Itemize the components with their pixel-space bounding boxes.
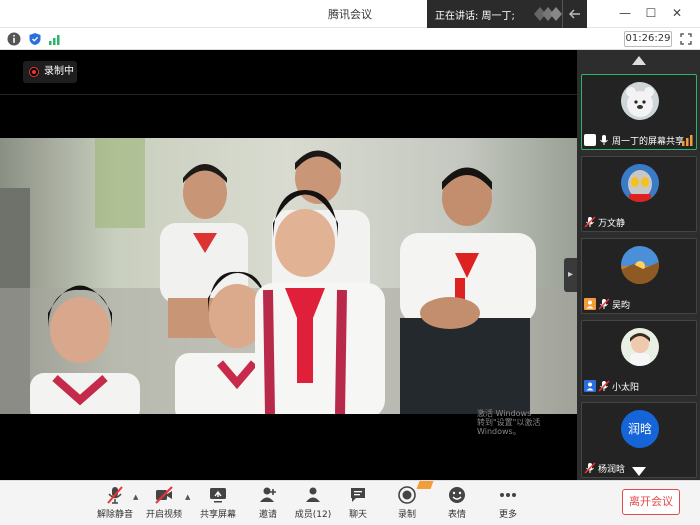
participant-name-row: 周一丁的屏幕共享: [584, 133, 684, 147]
emoji-label: 表情: [447, 510, 466, 520]
participant-name-row: 杨润晗: [584, 461, 625, 475]
cartoon-bear-avatar: [621, 82, 659, 120]
scroll-down-icon[interactable]: [632, 467, 646, 476]
members-icon: [306, 487, 320, 502]
chevron-right-icon: ▸: [567, 269, 574, 280]
landscape-avatar: [621, 246, 659, 284]
invite-button[interactable]: 邀请: [243, 485, 293, 523]
recording-badge: 录制中: [23, 61, 77, 83]
participant-name-row: 万文静: [584, 215, 625, 229]
participant-name: 万文静: [598, 218, 626, 229]
text-avatar: 润晗: [621, 410, 659, 448]
invite-label: 邀请: [258, 510, 277, 520]
shield-icon[interactable]: [28, 32, 42, 46]
participant-name: 吴昀: [612, 300, 631, 311]
record-button[interactable]: 录制: [382, 485, 432, 523]
add-user-icon: [260, 487, 276, 502]
unmute-button[interactable]: 解除静音: [90, 485, 140, 523]
user-icon: [584, 380, 596, 392]
activate-windows-watermark: 激活 Windows 转到"设置"以激活 Windows。: [477, 409, 577, 436]
meeting-toolbar: 解除静音 ▲ 开启视频 ▲ 共享屏幕 邀请 成员(12) 聊天 录制 表情 更多…: [0, 480, 700, 525]
meeting-timer: 01:26:29: [624, 31, 672, 47]
smiley-icon: [449, 487, 465, 503]
shared-video: [0, 138, 577, 414]
participant-tile[interactable]: 吴昀: [581, 238, 697, 314]
participant-name: 杨润晗: [598, 464, 626, 475]
child-photo-avatar: [621, 328, 659, 366]
emoji-button[interactable]: 表情: [432, 485, 482, 523]
record-icon: [398, 486, 416, 504]
video-options-chevron-icon[interactable]: ▲: [185, 493, 190, 501]
microphone-muted-icon: [584, 216, 596, 228]
camera-off-icon: [155, 486, 173, 504]
divider: [0, 94, 577, 95]
shared-screen-stage: 录制中 激活 Windows 转到"设置"以激活 Windows。 ▸: [0, 50, 577, 480]
chat-icon: [351, 488, 365, 502]
participants-panel: 周一丁的屏幕共享 万文静 吴昀 小太阳 润晗 杨润晗: [577, 50, 700, 480]
more-button[interactable]: 更多: [483, 485, 533, 523]
title-bar: 腾讯会议 正在讲话: 周一丁; — ☐ ✕: [0, 0, 700, 28]
share-screen-label: 共享屏幕: [199, 510, 236, 520]
share-screen-icon: [210, 488, 226, 503]
chat-button[interactable]: 聊天: [333, 485, 383, 523]
meeting-logo-icon: [534, 7, 562, 21]
start-video-button[interactable]: 开启视频: [139, 485, 189, 523]
avatar-text: 润晗: [627, 422, 652, 436]
recording-dot-icon: [29, 67, 39, 77]
microphone-muted-icon: [584, 462, 596, 474]
close-button[interactable]: ✕: [666, 3, 688, 23]
user-icon: [584, 298, 596, 310]
participant-name-row: 小太阳: [584, 379, 639, 393]
maximize-button[interactable]: ☐: [640, 3, 662, 23]
app-title: 腾讯会议: [328, 8, 372, 21]
more-label: 更多: [498, 510, 517, 520]
recording-label: 录制中: [44, 66, 74, 77]
chat-label: 聊天: [348, 510, 367, 520]
screen-share-icon: [584, 134, 596, 146]
participant-tile[interactable]: 小太阳: [581, 320, 697, 396]
microphone-muted-icon: [598, 380, 610, 392]
microphone-icon: [600, 135, 608, 145]
members-label: 成员(12): [294, 510, 332, 520]
participant-tile[interactable]: 周一丁的屏幕共享: [581, 74, 697, 150]
cartoon-hero-avatar: [621, 164, 659, 202]
participant-name: 小太阳: [612, 382, 640, 393]
more-dots-icon: [500, 493, 516, 497]
start-video-label: 开启视频: [145, 510, 182, 520]
info-icon[interactable]: [7, 32, 21, 46]
audio-options-chevron-icon[interactable]: ▲: [133, 493, 138, 501]
share-screen-button[interactable]: 共享屏幕: [193, 485, 243, 523]
signal-strength-icon[interactable]: [48, 32, 62, 46]
members-button[interactable]: 成员(12): [288, 485, 338, 523]
audio-level-icon: [682, 135, 693, 146]
watermark-line-1: 激活 Windows: [477, 409, 532, 418]
minimize-button[interactable]: —: [614, 3, 636, 23]
speaking-label: 正在讲话: 周一丁;: [435, 11, 515, 22]
meeting-info-bar: 01:26:29: [0, 28, 700, 50]
microphone-muted-icon: [107, 486, 123, 504]
watermark-line-2: 转到"设置"以激活 Windows。: [477, 418, 541, 436]
fullscreen-icon[interactable]: [680, 33, 692, 45]
participant-tile[interactable]: 万文静: [581, 156, 697, 232]
unmute-label: 解除静音: [96, 510, 133, 520]
scroll-up-icon[interactable]: [632, 56, 646, 65]
children-singing-video-frame: [0, 138, 577, 414]
back-arrow-icon[interactable]: [569, 8, 581, 20]
participant-name-row: 吴昀: [584, 297, 630, 311]
toggle-panel-button[interactable]: ▸: [564, 258, 577, 292]
participant-name: 周一丁的屏幕共享: [612, 136, 685, 147]
record-label: 录制: [397, 510, 416, 520]
leave-meeting-button[interactable]: 离开会议: [622, 489, 680, 515]
microphone-muted-icon: [598, 298, 610, 310]
